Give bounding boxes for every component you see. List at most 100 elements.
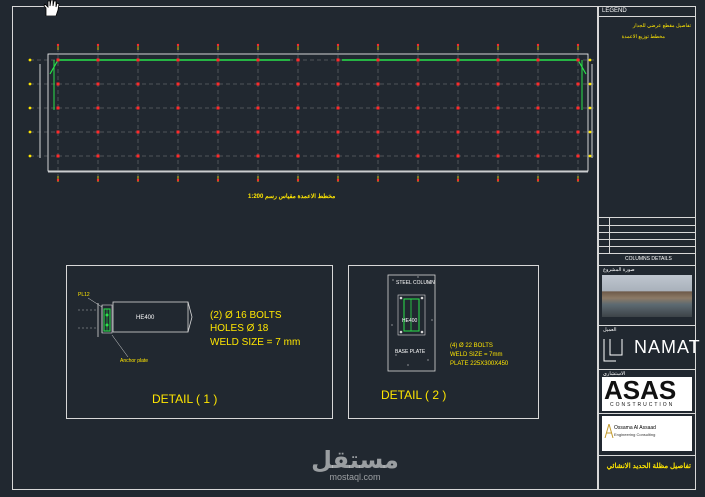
column-marker bbox=[216, 130, 220, 134]
column-marker bbox=[96, 106, 100, 110]
column-marker bbox=[256, 130, 260, 134]
column-marker bbox=[296, 58, 300, 62]
axis-bubble-bottom bbox=[416, 178, 420, 182]
column-marker bbox=[496, 154, 500, 158]
axis-bubble-left bbox=[28, 82, 32, 86]
column-marker bbox=[256, 154, 260, 158]
column-marker bbox=[376, 106, 380, 110]
column-marker bbox=[576, 106, 580, 110]
detail-2-spec-line-3: PLATE 225X300X450 bbox=[450, 361, 509, 367]
asas-logo: ASAS CONSTRUCTION bbox=[602, 375, 692, 411]
namat-logo: NAMAT bbox=[602, 335, 700, 365]
column-marker bbox=[176, 82, 180, 86]
axis-bubble-left bbox=[28, 154, 32, 158]
column-marker bbox=[376, 154, 380, 158]
column-marker bbox=[336, 130, 340, 134]
column-marker bbox=[296, 130, 300, 134]
column-marker bbox=[136, 154, 140, 158]
namat-mark-icon bbox=[603, 339, 623, 362]
column-marker bbox=[416, 130, 420, 134]
column-marker bbox=[576, 58, 580, 62]
axis-bubble-bottom bbox=[336, 178, 340, 182]
axis-bubble-top bbox=[96, 43, 100, 47]
axis-bubble-left bbox=[28, 58, 32, 62]
designer-block: Ossama Al Assaad Engineering Consulting bbox=[602, 416, 692, 451]
axis-bubble-left bbox=[28, 106, 32, 110]
axis-bubble-right bbox=[588, 58, 592, 62]
column-marker bbox=[496, 58, 500, 62]
column-marker bbox=[376, 82, 380, 86]
column-marker bbox=[256, 82, 260, 86]
detail-2-spec-line-2: WELD SIZE = 7mm bbox=[450, 352, 503, 358]
column-marker bbox=[296, 106, 300, 110]
axis-bubble-top bbox=[376, 43, 380, 47]
column-marker bbox=[96, 154, 100, 158]
axis-bubble-top bbox=[496, 43, 500, 47]
column-marker bbox=[336, 106, 340, 110]
column-marker bbox=[416, 58, 420, 62]
plan-caption: مخطط الاعمدة مقياس رسم 1:200 bbox=[248, 194, 336, 200]
axis-bubble-right bbox=[588, 130, 592, 134]
photo-caption: صورة المشروع bbox=[603, 267, 635, 273]
column-marker bbox=[176, 154, 180, 158]
axis-bubble-top bbox=[256, 43, 260, 47]
axis-bubble-bottom bbox=[176, 178, 180, 182]
detail-1-plate-label: PL12 bbox=[78, 292, 90, 298]
column-marker bbox=[376, 130, 380, 134]
column-marker bbox=[336, 82, 340, 86]
axis-bubble-bottom bbox=[536, 178, 540, 182]
column-marker bbox=[256, 106, 260, 110]
axis-bubble-bottom bbox=[456, 178, 460, 182]
legend-title: LEGEND bbox=[602, 8, 627, 14]
contractor-sub: CONSTRUCTION bbox=[610, 402, 675, 408]
axis-bubble-top bbox=[336, 43, 340, 47]
column-marker bbox=[576, 154, 580, 158]
column-marker bbox=[176, 58, 180, 62]
column-marker bbox=[176, 106, 180, 110]
axis-bubble-left bbox=[28, 130, 32, 134]
column-marker bbox=[136, 58, 140, 62]
detail-2-top-label: STEEL COLUMN bbox=[396, 280, 435, 286]
column-marker bbox=[56, 58, 60, 62]
axis-bubble-right bbox=[588, 106, 592, 110]
column-marker bbox=[56, 154, 60, 158]
project-photo bbox=[602, 275, 692, 317]
axis-bubble-bottom bbox=[96, 178, 100, 182]
column-marker bbox=[416, 154, 420, 158]
legend-panel: LEGEND تفاصيل مقطع عرضي للجدار مخطط توزي… bbox=[598, 6, 700, 490]
column-marker bbox=[416, 106, 420, 110]
detail-2-title: DETAIL ( 2 ) bbox=[381, 388, 447, 402]
column-marker bbox=[216, 82, 220, 86]
column-marker bbox=[96, 130, 100, 134]
axis-bubble-bottom bbox=[296, 178, 300, 182]
column-marker bbox=[216, 154, 220, 158]
company-name: NAMAT bbox=[634, 337, 701, 357]
detail-1-spec-line-2: HOLES Ø 18 bbox=[210, 323, 269, 334]
axis-bubble-top bbox=[576, 43, 580, 47]
legend-item-1: تفاصيل مقطع عرضي للجدار bbox=[632, 23, 691, 29]
axis-bubble-top bbox=[56, 43, 60, 47]
column-marker bbox=[576, 82, 580, 86]
drawing-title: COLUMNS DETAILS bbox=[625, 256, 672, 262]
detail-1-beam-label: HE400 bbox=[136, 315, 155, 321]
axis-bubble-top bbox=[456, 43, 460, 47]
column-marker bbox=[136, 130, 140, 134]
column-marker bbox=[216, 106, 220, 110]
axis-bubble-top bbox=[136, 43, 140, 47]
column-layout-plan bbox=[28, 43, 596, 182]
compass-icon bbox=[604, 424, 614, 438]
column-marker bbox=[536, 82, 540, 86]
watermark-arabic: مستقل bbox=[311, 446, 399, 474]
column-marker bbox=[456, 82, 460, 86]
column-marker bbox=[336, 154, 340, 158]
axis-bubble-bottom bbox=[136, 178, 140, 182]
detail-2-base-label: BASE PLATE bbox=[395, 349, 426, 355]
column-marker bbox=[336, 58, 340, 62]
axis-bubble-top bbox=[536, 43, 540, 47]
column-marker bbox=[536, 58, 540, 62]
axis-bubble-bottom bbox=[496, 178, 500, 182]
axis-bubble-bottom bbox=[56, 178, 60, 182]
axis-bubble-bottom bbox=[216, 178, 220, 182]
detail-1-spec-line-1: (2) Ø 16 BOLTS bbox=[210, 310, 282, 321]
column-marker bbox=[256, 58, 260, 62]
